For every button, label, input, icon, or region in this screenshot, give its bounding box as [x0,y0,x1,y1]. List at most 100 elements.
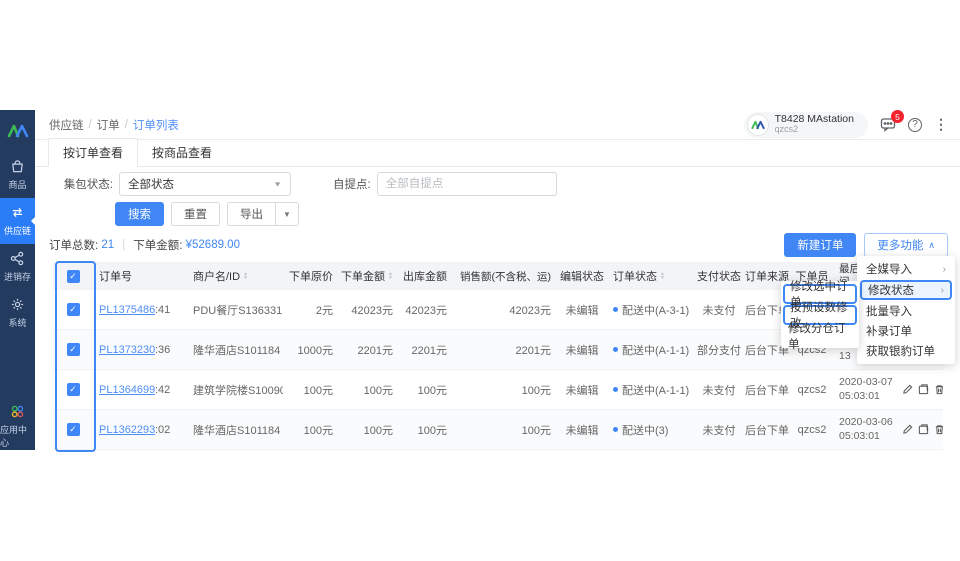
col-time-fragment [155,262,187,290]
sidebar-item-label: 供应链 [4,224,31,237]
row-actions-cell [903,370,943,409]
sidebar-item-supply-chain[interactable]: 供应链 [0,198,35,244]
source-cell: 后台下单 [743,410,791,449]
delete-icon[interactable] [934,384,944,395]
order-total-label: 订单总数: [49,237,98,253]
menu-item-modify-status[interactable]: 修改状态› [860,280,952,300]
search-button[interactable]: 搜索 [115,202,164,226]
menu-item-fetch-pospal-orders[interactable]: 获取银豹订单 [857,341,955,361]
sidebar-item-system[interactable]: 系统 [0,290,35,336]
more-functions-button[interactable]: 更多功能 ∧ [864,233,948,257]
orig-price-cell: 100元 [283,410,339,449]
app-logo [0,110,35,152]
breadcrumb-supply-chain[interactable]: 供应链 [49,117,84,133]
time-fragment: :02 [155,410,187,449]
sidebar-item-app-center[interactable]: 应用中心 [0,402,35,450]
menu-item-supplementary-order[interactable]: 补录订单 [857,321,955,341]
breadcrumb: 供应链 / 订单 / 订单列表 [49,117,179,133]
table-row: ✓ PL13622936 :02 隆华酒店S101184 100元 100元 1… [53,410,943,450]
menu-item-batch-import[interactable]: 批量导入 [857,301,955,321]
breadcrumb-orders[interactable]: 订单 [97,117,120,133]
package-status-select[interactable]: 全部状态 ▼ [119,172,291,196]
new-order-button[interactable]: 新建订单 [784,233,856,257]
pay-status-cell: 未支付 [695,290,743,329]
sales-cell: 42023元 [453,290,557,329]
sort-icon[interactable]: ▲▼ [660,272,665,280]
out-amount-cell: 100元 [399,410,453,449]
help-button[interactable]: ? [908,118,922,132]
breadcrumb-order-list[interactable]: 订单列表 [133,117,179,133]
apps-icon [10,404,25,421]
user-chip[interactable]: T8428 MAstation qzcs2 [744,112,868,138]
stats-row: 订单总数: 21 | 下单金额: ¥52689.00 新建订单 更多功能 ∧ [49,233,960,257]
status-dot [613,307,618,312]
breadcrumb-separator: / [125,119,128,131]
export-button[interactable]: 导出 [227,202,276,226]
logo-waves-icon [7,124,29,138]
more-options-button[interactable]: ⋮ [934,116,948,133]
sidebar-item-label: 应用中心 [0,423,35,449]
caret-down-icon: ▼ [283,210,291,219]
topbar-right: T8428 MAstation qzcs2 5 ? ⋮ [744,112,948,138]
copy-icon[interactable] [918,424,929,435]
tab-by-order[interactable]: 按订单查看 [48,138,138,167]
col-order-status: 订单状态▲▼ [607,262,695,290]
tab-by-product[interactable]: 按商品查看 [138,139,226,166]
merchant-cell: 隆华酒店S101184 [187,330,283,369]
pickup-point-label: 自提点: [333,176,371,192]
edit-icon[interactable] [903,384,913,395]
row-checkbox[interactable]: ✓ [67,423,80,436]
sidebar-item-products[interactable]: 商品 [0,152,35,198]
breadcrumb-separator: / [89,119,92,131]
edit-status-cell: 未编辑 [557,290,607,329]
sort-icon[interactable]: ▲▼ [388,272,393,280]
reset-button[interactable]: 重置 [171,202,220,226]
time-fragment: :42 [155,370,187,409]
row-checkbox[interactable]: ✓ [67,383,80,396]
order-total-value: 21 [101,239,114,251]
orig-price-cell: 2元 [283,290,339,329]
order-amount-value: ¥52689.00 [186,239,240,251]
pickup-point-input[interactable] [377,172,557,196]
source-cell: 后台下单 [743,370,791,409]
operator-cell: qzcs2 [791,410,833,449]
order-link[interactable]: PL13754860 [99,304,155,316]
order-link[interactable]: PL13732306 [99,344,155,356]
table-row: ✓ PL13646991 :42 建筑学院楼S100901 100元 100元 … [53,370,943,410]
submenu-arrow-icon: › [941,285,944,296]
select-all-checkbox[interactable]: ✓ [67,270,80,283]
order-link[interactable]: PL13622936 [99,424,155,436]
row-checkbox[interactable]: ✓ [67,303,80,316]
col-out-amount: 出库金额 [399,262,453,290]
sidebar-item-label: 商品 [8,178,26,191]
col-order-no: 订单号 [93,262,155,290]
order-status-cell: 配送中(A-3-1) [607,290,695,329]
sidebar-item-label: 进销存 [4,270,31,283]
sidebar-item-label: 系统 [8,316,26,329]
logo-waves-icon [751,120,765,130]
messages-button[interactable]: 5 [880,117,896,132]
sidebar-item-inventory[interactable]: 进销存 [0,244,35,290]
submenu-arrow-icon: › [943,264,946,275]
sort-icon[interactable]: ▲▼ [243,272,248,280]
export-caret-button[interactable]: ▼ [276,202,299,226]
package-status-value: 全部状态 [128,176,174,192]
menu-item-full-import[interactable]: 全媒导入› [857,259,955,279]
orig-price-cell: 100元 [283,370,339,409]
order-amount-cell: 2201元 [339,330,399,369]
select-all-cell: ✓ [53,262,93,290]
order-link[interactable]: PL13646991 [99,384,155,396]
merchant-cell: 建筑学院楼S100901 [187,370,283,409]
orig-price-cell: 1000元 [283,330,339,369]
row-actions-cell [903,410,943,449]
more-functions-label: 更多功能 [877,237,923,253]
edit-icon[interactable] [903,424,913,435]
modify-status-submenu: 修改选中订单 按预设数修改 修改分仓订单 [781,281,859,348]
row-checkbox[interactable]: ✓ [67,343,80,356]
submenu-item-modify-split-orders[interactable]: 修改分仓订单 [781,326,859,346]
delete-icon[interactable] [934,424,944,435]
status-dot [613,387,618,392]
copy-icon[interactable] [918,384,929,395]
export-split-button: 导出 ▼ [227,202,299,226]
help-icon: ? [908,118,922,132]
